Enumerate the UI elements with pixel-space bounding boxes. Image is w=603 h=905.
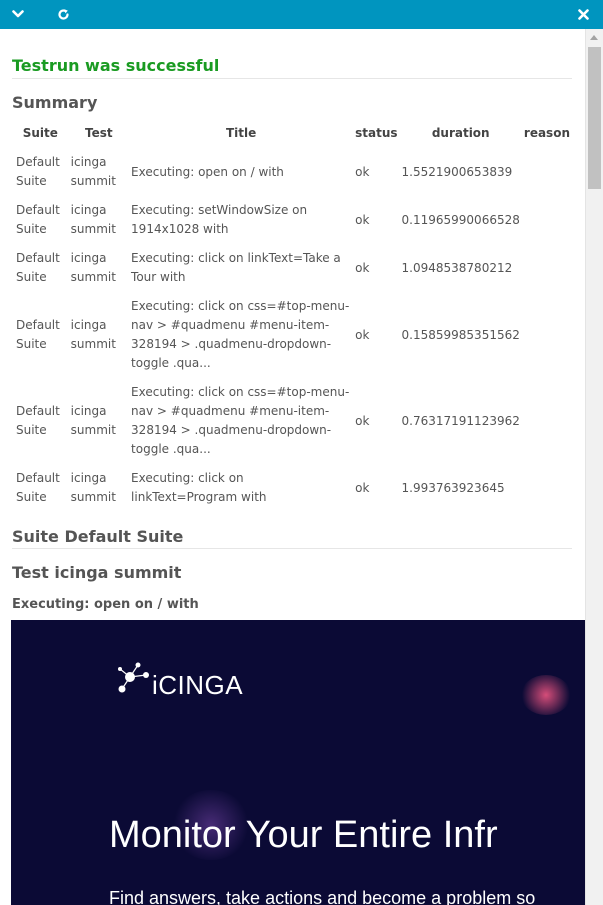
cell-reason [522,378,572,464]
cell-test: icinga summit [70,404,116,437]
screenshot-headline: Monitor Your Entire Infr [109,814,498,856]
column-header-suite: Suite [22,126,58,140]
suite-heading: Suite Default Suite [12,527,184,546]
cell-test: icinga summit [70,203,116,236]
table-row: Default Suite icinga summit Executing: o… [12,148,572,196]
cell-status: ok [355,413,370,428]
vertical-scrollbar[interactable] [585,29,603,905]
summary-heading: Summary [12,93,98,112]
cell-suite: Default Suite [16,471,60,504]
result-message: Testrun was successful [12,56,220,75]
cell-title: Executing: open on / with [131,164,284,179]
table-row: Default Suite icinga summit Executing: c… [12,244,572,292]
cell-test: icinga summit [70,251,116,284]
toolbar [0,0,603,29]
cell-reason [522,196,572,244]
cell-test: icinga summit [70,155,116,188]
cell-suite: Default Suite [16,203,60,236]
scroll-up-icon[interactable] [590,35,598,40]
cell-duration: 0.15859985351562 [401,327,520,342]
close-icon[interactable] [573,0,593,29]
cell-status: ok [355,212,370,227]
cell-test: icinga summit [70,471,116,504]
test-heading: Test icinga summit [12,563,182,582]
table-row: Default Suite icinga summit Executing: c… [12,378,572,464]
column-header-title: Title [225,126,257,140]
cell-reason [522,464,572,512]
report-content: Testrun was successful Summary Suite Tes… [0,29,585,905]
cell-test: icinga summit [70,318,116,351]
table-header-row: Suite Test Title status duration reason [12,124,572,148]
cell-title: Executing: click on linkText=Take a Tour… [131,251,341,284]
cell-suite: Default Suite [16,155,60,188]
cell-reason [522,148,572,196]
chevron-down-icon[interactable] [8,0,28,29]
column-header-reason: reason [523,126,570,140]
cell-suite: Default Suite [16,251,60,284]
table-row: Default Suite icinga summit Executing: c… [12,292,572,378]
cell-reason [522,244,572,292]
scrollbar-thumb[interactable] [588,47,601,189]
cell-status: ok [355,260,370,275]
cell-title: Executing: click on css=#top-menu-nav > … [131,299,350,370]
divider [12,548,572,549]
cell-status: ok [355,327,370,342]
cell-reason [522,292,572,378]
divider [12,78,572,79]
logo-text: iCINGA [152,670,244,700]
cell-duration: 0.76317191123962 [401,413,520,428]
screenshot-subline: Find answers, take actions and become a … [109,888,536,905]
cell-duration: 1.0948538780212 [401,260,513,275]
cell-suite: Default Suite [16,318,60,351]
cell-status: ok [355,480,370,495]
cell-duration: 1.5521900653839 [401,164,513,179]
cell-duration: 1.993763923645 [401,480,505,495]
step-heading: Executing: open on / with [12,597,199,612]
column-header-test: Test [85,126,113,140]
cell-title: Executing: setWindowSize on 1914x1028 wi… [131,203,308,236]
cell-duration: 0.11965990066528 [401,212,520,227]
refresh-icon[interactable] [53,0,73,29]
cell-suite: Default Suite [16,404,60,437]
table-row: Default Suite icinga summit Executing: s… [12,196,572,244]
cell-status: ok [355,164,370,179]
column-header-status: status [355,126,398,140]
step-screenshot: iCINGA Monitor Your Entire Infr Find ans… [11,620,585,905]
summary-table: Suite Test Title status duration reason … [12,124,572,512]
cell-title: Executing: click on linkText=Program wit… [131,471,267,504]
cell-title: Executing: click on css=#top-menu-nav > … [131,385,350,456]
column-header-duration: duration [431,126,490,140]
table-row: Default Suite icinga summit Executing: c… [12,464,572,512]
decorative-glow [521,675,571,715]
